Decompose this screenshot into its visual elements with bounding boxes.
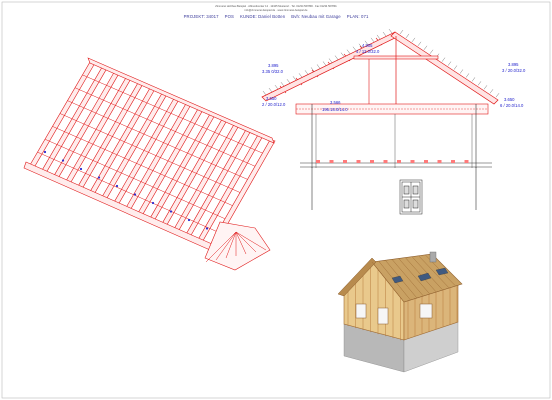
dim-ridge-detail: 4 / 12.0/32.0 xyxy=(356,49,380,54)
roof-purlin xyxy=(37,151,218,233)
dimension-left-bottom: 3.650 2 / 20.0/12.0 xyxy=(262,96,286,107)
roof-tile xyxy=(316,64,321,69)
dim-right-top-value: 3.895 xyxy=(508,62,519,67)
connection-marker xyxy=(79,167,83,171)
roof-tile xyxy=(489,89,494,94)
floor-joist-marker xyxy=(316,160,320,163)
roof-tile xyxy=(447,61,452,66)
roof-tile xyxy=(346,49,351,54)
floor-joist-marker xyxy=(343,160,347,163)
roof-tile xyxy=(399,29,404,35)
floor-joist-marker xyxy=(464,160,469,163)
house-window-left xyxy=(355,303,367,319)
roof-tile xyxy=(292,76,297,81)
building-project: Bvh: Neubau mit Garage xyxy=(291,14,341,19)
roof-tile xyxy=(328,58,333,63)
roof-tile xyxy=(340,52,345,57)
roof-tile xyxy=(334,55,339,60)
roof-tile xyxy=(429,49,434,54)
roof-tile xyxy=(471,77,476,82)
connection-marker xyxy=(133,193,137,196)
roof-tile xyxy=(465,73,470,78)
floor-joist-marker xyxy=(410,160,415,163)
title-block-main: PROJEKT: 34017 POS KUNDE: Daniel Botten Bvh… xyxy=(150,14,402,19)
roof-tile xyxy=(274,84,279,90)
roof-tile xyxy=(453,65,458,70)
dim-left-top-detail: 3.35 0/32.0 xyxy=(262,69,284,74)
customer-name: KUNDE: Daniel Botten xyxy=(240,14,286,19)
roof-tile xyxy=(268,87,273,93)
dim-right-bottom-detail: 6 / 20.0/14.0 xyxy=(500,103,524,108)
floor-joist-marker xyxy=(370,160,374,163)
floor-joist-marker xyxy=(397,160,401,163)
title-block-company: Zimmerei Holzbau Beispiel · Abbundcenter… xyxy=(215,5,337,8)
house-3d-render xyxy=(337,251,463,373)
roof-tile xyxy=(262,90,267,96)
house-window-right xyxy=(377,307,389,325)
floor-joist-marker xyxy=(424,160,428,163)
dim-right-bottom-value: 3.650 xyxy=(504,97,515,102)
floor-joist-marker xyxy=(329,160,334,163)
roof-tile xyxy=(298,73,303,78)
position-label: POS xyxy=(224,14,235,19)
dim-left-bottom-detail: 2 / 20.0/12.0 xyxy=(262,102,286,107)
plan-number: PLAN: 071 xyxy=(346,14,369,19)
house-chimney xyxy=(429,251,437,263)
dim-left-top-value: 3.895 xyxy=(268,63,279,68)
connection-marker xyxy=(169,210,173,213)
floor-joist-marker xyxy=(383,160,388,163)
roof-tile xyxy=(495,93,500,98)
project-number: PROJEKT: 34017 xyxy=(183,14,219,19)
roof-tile xyxy=(411,37,416,43)
connection-marker xyxy=(115,184,119,188)
dimension-right-top: 3.895 3 / 20.0/32.0 xyxy=(502,62,526,73)
house-side-window xyxy=(419,303,433,319)
connection-marker xyxy=(205,227,209,230)
dim-right-top-detail: 3 / 20.0/32.0 xyxy=(502,68,526,73)
dim-center-detail: 196.18.0/14.0 xyxy=(322,107,348,112)
section-beam-markers xyxy=(316,160,469,163)
roof-tile xyxy=(382,31,387,37)
cross-section-drawing: 3.895 3.35 0/32.0 3.650 2 / 20.0/12.0 4.… xyxy=(261,28,526,215)
dim-left-bottom-value: 3.650 xyxy=(266,96,277,101)
title-block-contact: info@zimmerei-beispiel.de · www.zimmerei… xyxy=(244,9,308,12)
roof-tile xyxy=(304,70,309,75)
roof-tile xyxy=(441,57,446,62)
window-detail-drawing xyxy=(399,179,423,215)
connection-marker xyxy=(43,150,47,154)
roof-tile xyxy=(423,45,428,50)
roof-tile xyxy=(405,33,410,39)
dim-center-value: 3.566 xyxy=(330,100,341,105)
roof-tile xyxy=(286,79,291,84)
roof-tile xyxy=(388,28,393,34)
dim-ridge-value: 4.905 xyxy=(362,43,373,48)
floor-joist-marker xyxy=(437,160,442,163)
roof-tile xyxy=(417,41,422,46)
connection-marker xyxy=(151,201,155,205)
dimension-left-top: 3.895 3.35 0/32.0 xyxy=(262,63,284,74)
floor-joist-marker xyxy=(356,160,361,163)
roof-tile xyxy=(376,34,381,40)
connection-marker xyxy=(61,159,65,162)
connection-marker xyxy=(97,176,101,179)
roof-tile xyxy=(322,61,327,66)
sheet-border xyxy=(1,1,551,399)
roof-tile xyxy=(477,81,482,86)
left-roof-slope xyxy=(261,31,400,102)
right-roof-slope xyxy=(390,31,499,105)
connection-marker xyxy=(187,218,191,222)
roof-tile xyxy=(280,82,285,87)
roof-tile xyxy=(459,69,464,74)
roof-tile xyxy=(483,85,488,90)
floor-joist-marker xyxy=(451,160,455,163)
drawing-sheet: 3.895 3.35 0/32.0 3.650 2 / 20.0/12.0 4.… xyxy=(1,1,551,399)
roof-framing-3d xyxy=(23,57,276,271)
roof-tile xyxy=(370,37,375,43)
hip-roof-outline xyxy=(204,221,271,271)
dimension-right-bottom: 3.650 6 / 20.0/14.0 xyxy=(500,97,524,108)
